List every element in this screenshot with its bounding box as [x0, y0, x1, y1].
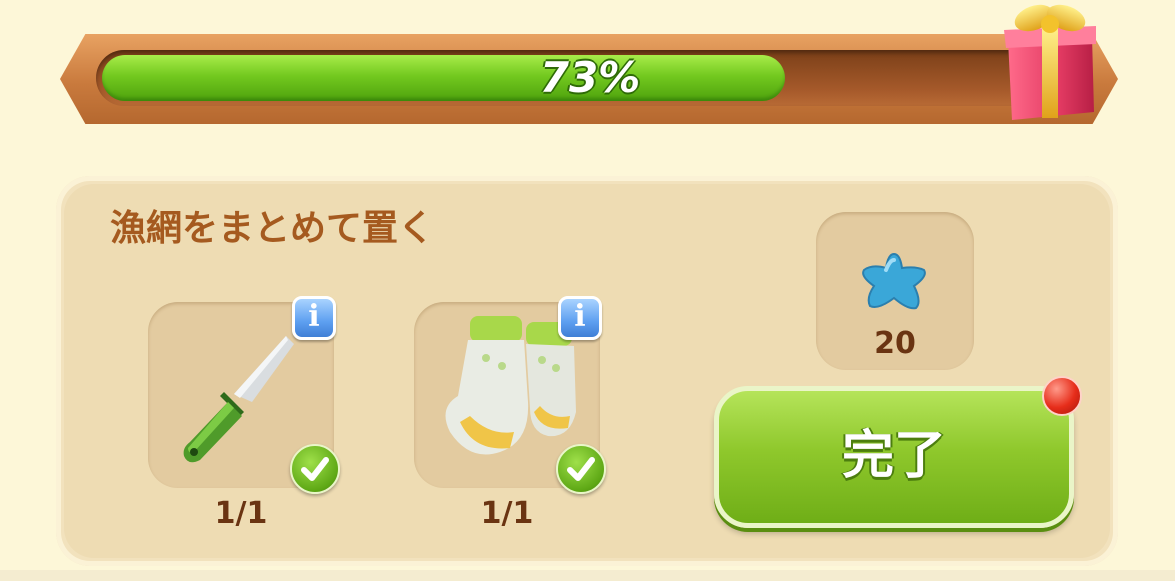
blue-star-icon: [862, 252, 926, 310]
gloves-info-button[interactable]: i: [558, 296, 602, 340]
bottom-strip: [0, 570, 1175, 581]
gift-box-icon[interactable]: [998, 0, 1102, 124]
task-title: 漁網をまとめて置く: [110, 208, 435, 249]
progress-percent-label: 73%: [539, 53, 641, 102]
gloves-count: 1/1: [480, 496, 534, 531]
complete-button[interactable]: 完了: [714, 386, 1074, 528]
knife-count: 1/1: [214, 496, 268, 531]
gloves-check-icon: [556, 444, 606, 494]
knife-info-button[interactable]: i: [292, 296, 336, 340]
notification-dot: [1042, 376, 1082, 416]
knife-icon: [183, 336, 294, 463]
reward-amount: 20: [874, 326, 916, 361]
knife-check-icon: [290, 444, 340, 494]
